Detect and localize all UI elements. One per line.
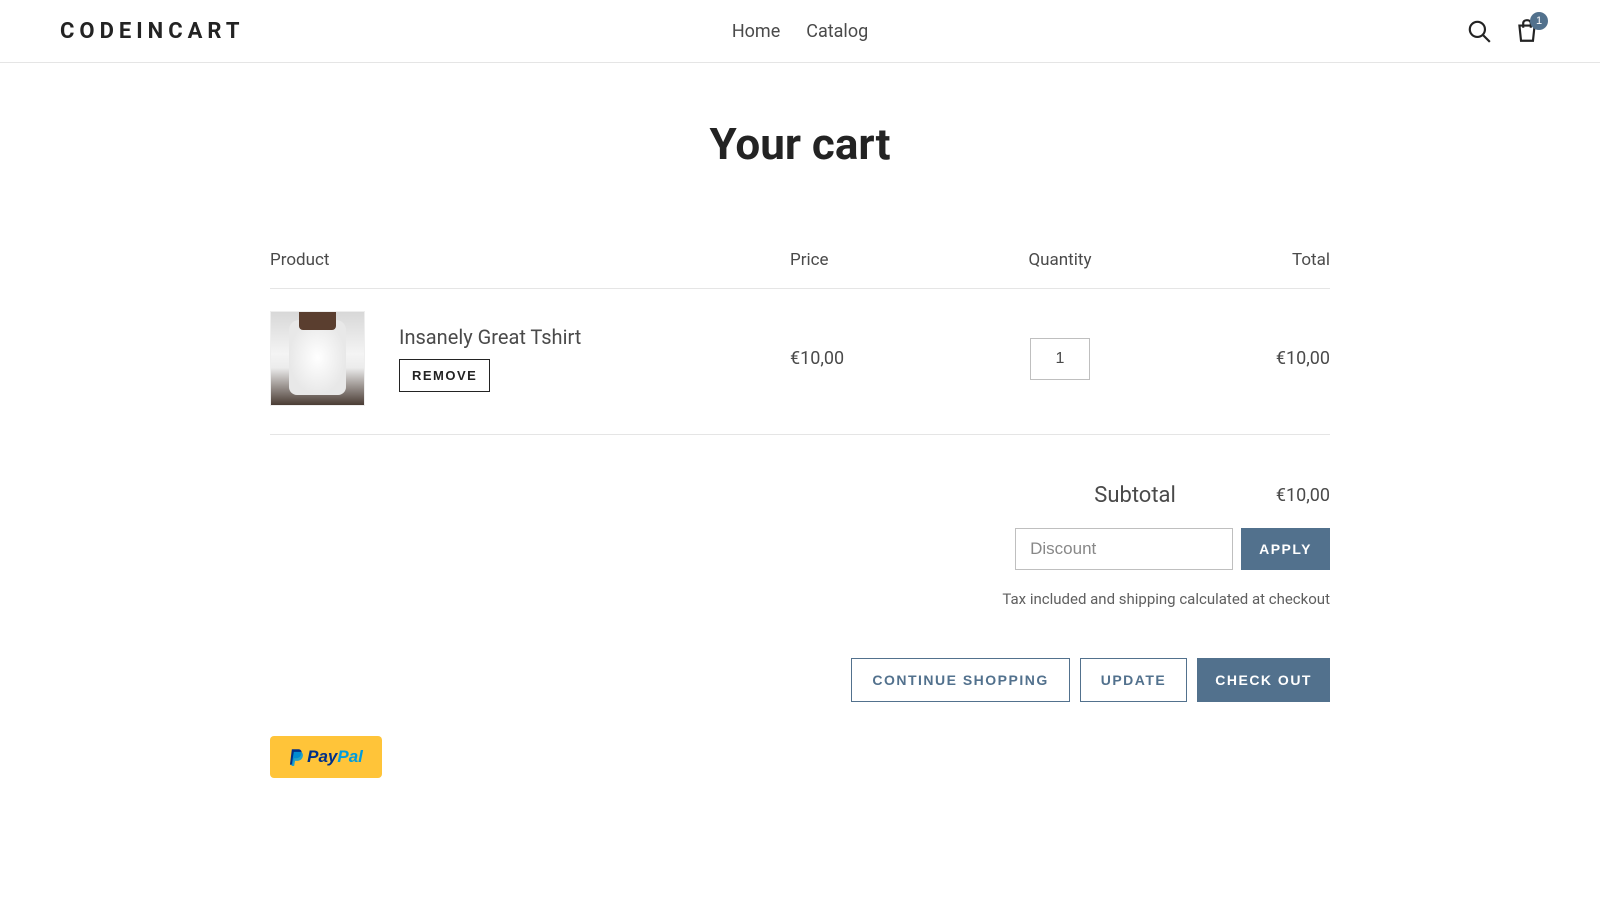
paypal-text-pay: Pay: [307, 747, 337, 767]
page-title: Your cart: [270, 118, 1330, 170]
quantity-input[interactable]: [1030, 338, 1090, 380]
search-button[interactable]: [1466, 18, 1492, 44]
product-image[interactable]: [270, 311, 365, 406]
subtotal-row: Subtotal €10,00: [1094, 483, 1330, 508]
subtotal-label: Subtotal: [1094, 483, 1176, 508]
paypal-icon: PayPal: [289, 747, 363, 767]
cart-container: Your cart Product Price Quantity Total I…: [250, 118, 1350, 778]
tax-note: Tax included and shipping calculated at …: [1002, 590, 1330, 608]
cart-table: Product Price Quantity Total Insanely Gr…: [270, 250, 1330, 435]
paypal-text-pal: Pal: [337, 747, 363, 767]
continue-shopping-button[interactable]: CONTINUE SHOPPING: [851, 658, 1069, 702]
cart-row: Insanely Great Tshirt REMOVE €10,00 €10,…: [270, 289, 1330, 435]
discount-input[interactable]: [1015, 528, 1233, 570]
paypal-p-icon: [289, 748, 305, 766]
header-actions: 1: [1466, 18, 1540, 44]
site-header: CODEINCART Home Catalog 1: [0, 0, 1600, 63]
checkout-button[interactable]: CHECK OUT: [1197, 658, 1330, 702]
discount-row: APPLY: [1015, 528, 1330, 570]
paypal-section: PayPal: [270, 736, 1330, 778]
action-row: CONTINUE SHOPPING UPDATE CHECK OUT: [851, 658, 1330, 702]
cart-button[interactable]: 1: [1514, 18, 1540, 44]
product-cell: Insanely Great Tshirt REMOVE: [270, 311, 790, 406]
update-button[interactable]: UPDATE: [1080, 658, 1188, 702]
search-icon: [1466, 18, 1492, 44]
line-total: €10,00: [1150, 348, 1330, 369]
subtotal-value: €10,00: [1276, 485, 1330, 506]
header-total: Total: [1150, 250, 1330, 270]
remove-button[interactable]: REMOVE: [399, 359, 490, 392]
nav-catalog[interactable]: Catalog: [806, 21, 868, 42]
product-price: €10,00: [790, 348, 970, 369]
main-nav: Home Catalog: [732, 21, 868, 42]
product-title[interactable]: Insanely Great Tshirt: [399, 325, 581, 349]
cart-summary: Subtotal €10,00 APPLY Tax included and s…: [270, 483, 1330, 702]
header-product: Product: [270, 250, 790, 270]
nav-home[interactable]: Home: [732, 21, 780, 42]
cart-table-header: Product Price Quantity Total: [270, 250, 1330, 289]
paypal-button[interactable]: PayPal: [270, 736, 382, 778]
quantity-cell: [970, 338, 1150, 380]
site-logo[interactable]: CODEINCART: [60, 19, 244, 44]
header-quantity: Quantity: [970, 250, 1150, 270]
apply-button[interactable]: APPLY: [1241, 528, 1330, 570]
cart-count-badge: 1: [1530, 12, 1548, 30]
header-price: Price: [790, 250, 970, 270]
product-info: Insanely Great Tshirt REMOVE: [399, 325, 581, 392]
